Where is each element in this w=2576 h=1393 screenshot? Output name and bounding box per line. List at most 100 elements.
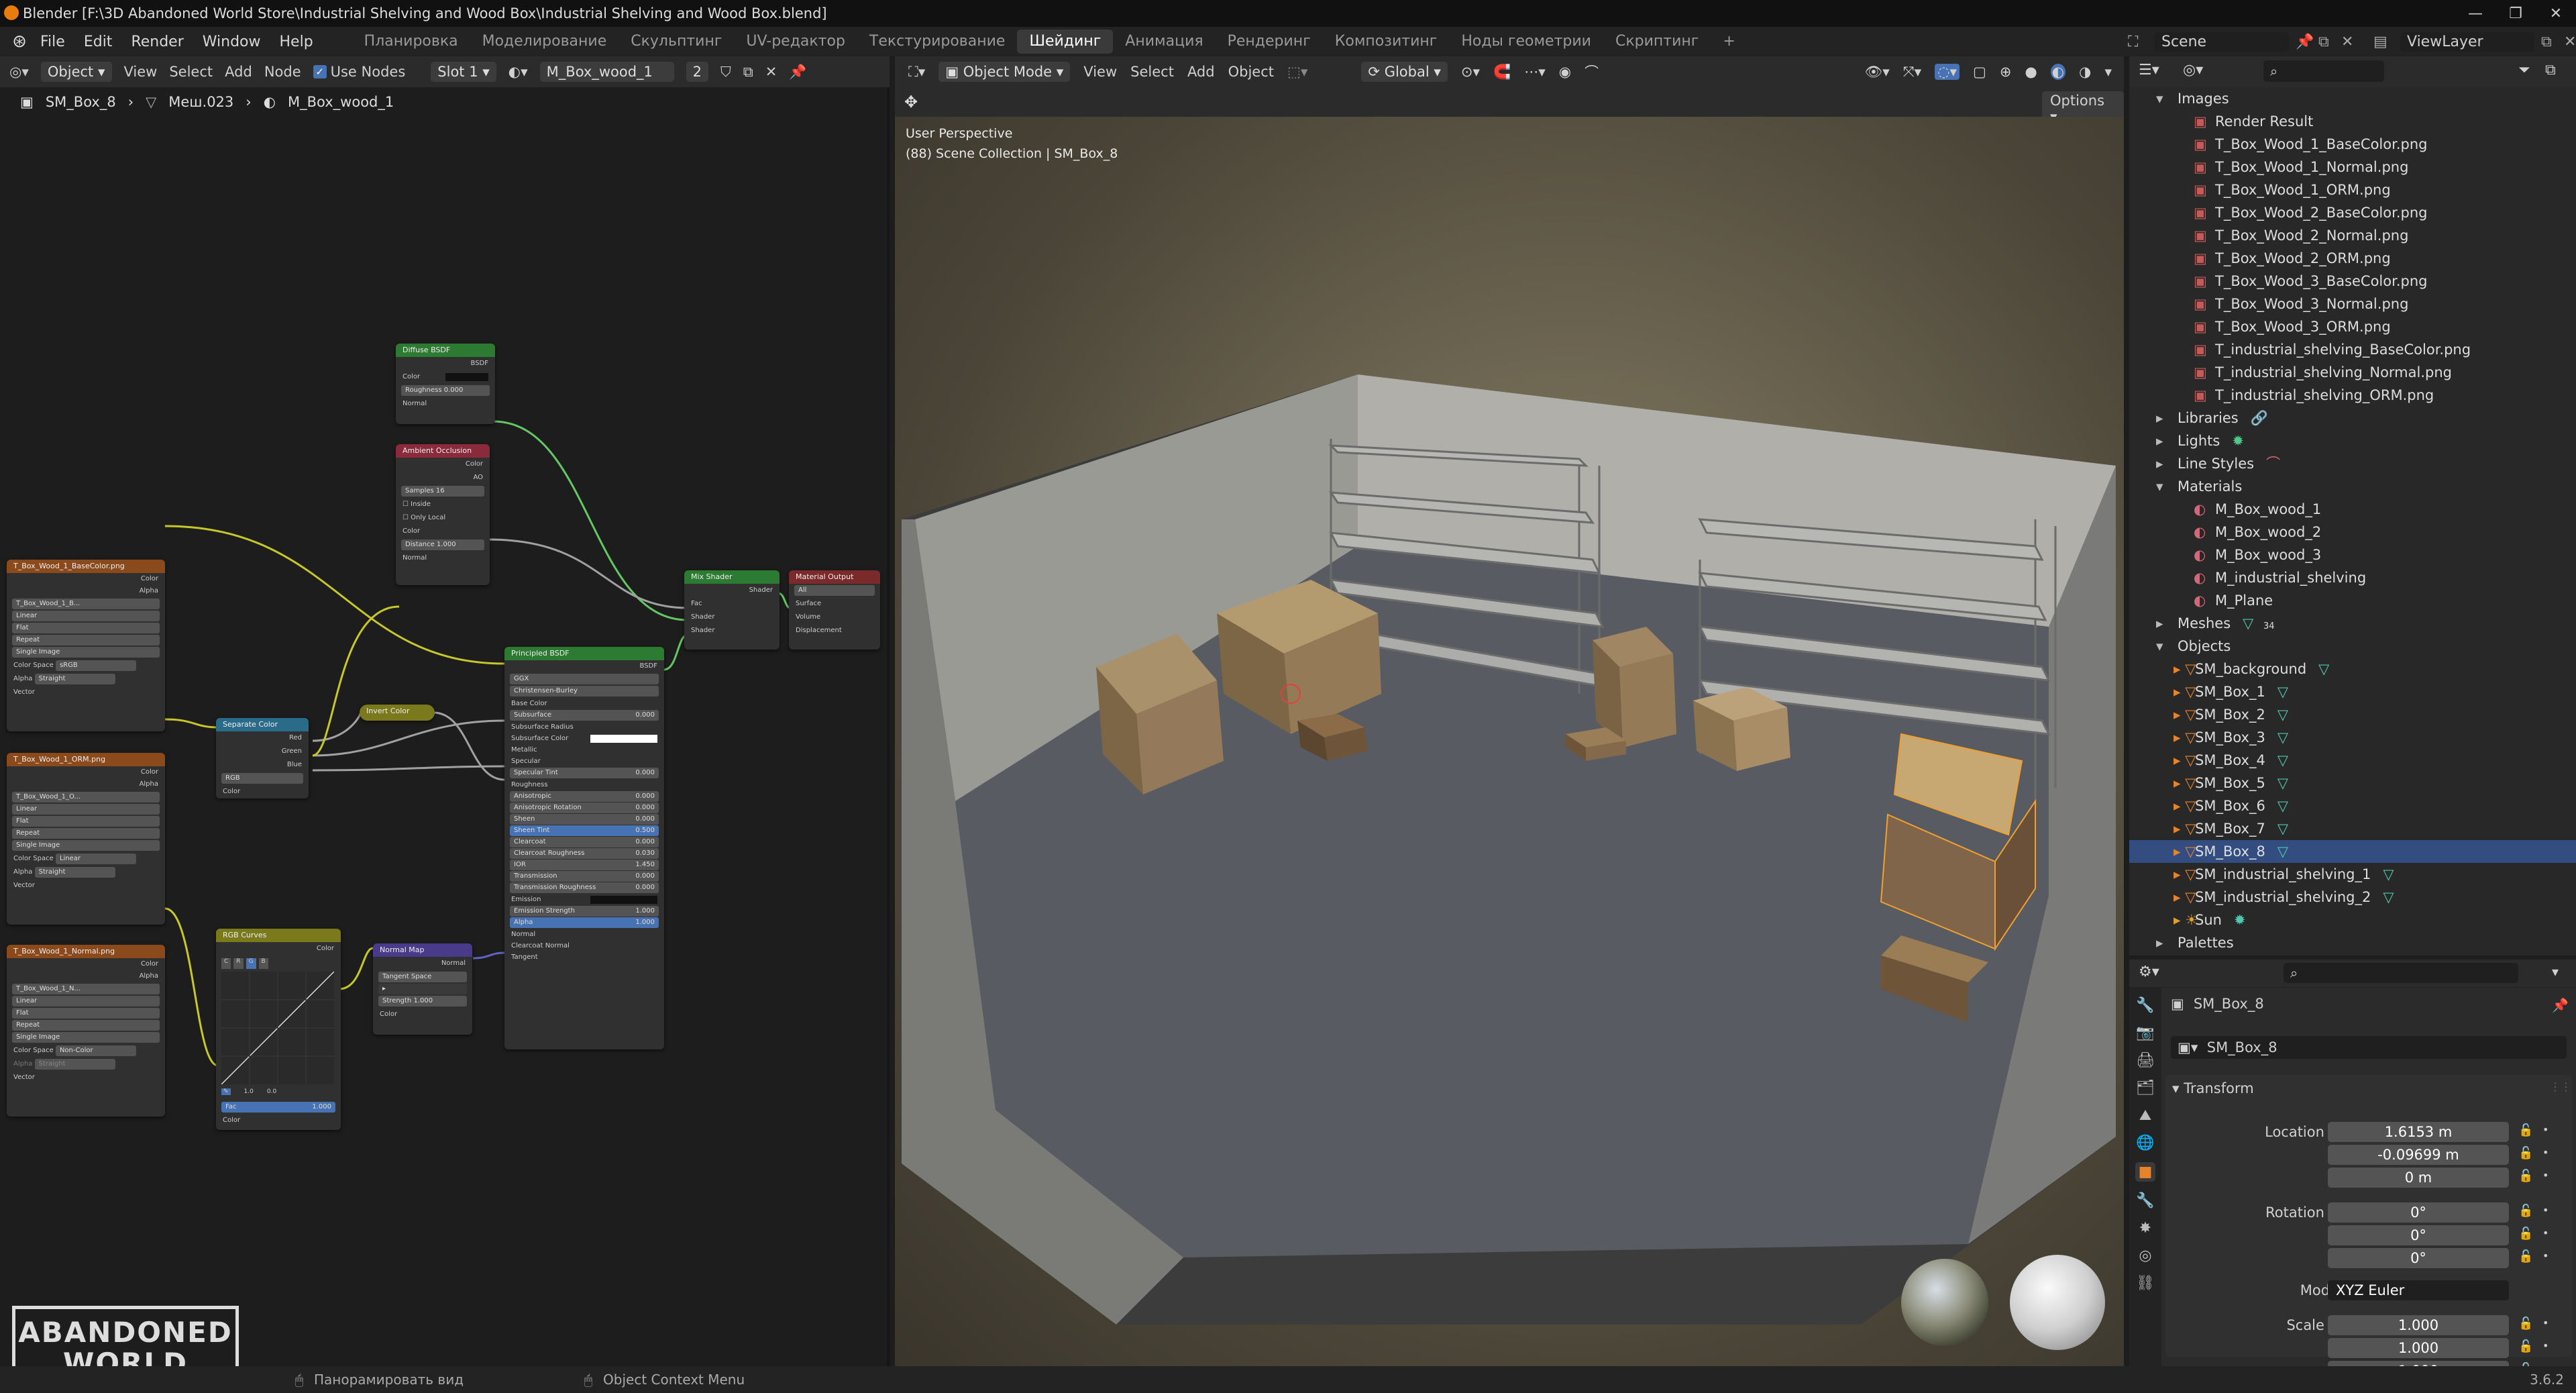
outliner-object-item[interactable]: ▸ ▽SM_Box_2 ▽ [2129,703,2576,726]
view-layer-tab-icon[interactable]: 🗂 [2136,1080,2155,1096]
object-tab-icon[interactable]: ■ [2135,1162,2156,1182]
slot-dropdown[interactable]: Slot 1 ▾ [431,62,496,82]
ao-samples-field[interactable]: Samples 16 [401,486,484,497]
alpha-mode-row[interactable]: Alpha Straight [7,866,165,879]
material-name-field[interactable]: M_Box_wood_1 [539,62,674,82]
shader-node-editor[interactable]: ◎▾ Object ▾ View Select Add Node ✓ Use No… [0,56,890,1390]
diffuse-color-row[interactable]: Color [396,370,495,384]
outliner-image-item[interactable]: ▣ T_industrial_shelving_Normal.png [2129,361,2576,384]
menu-window[interactable]: Window [193,34,270,50]
delete-viewlayer-icon[interactable]: ✕ [2564,34,2576,50]
add-menu[interactable]: Add [1187,64,1215,80]
world-tab-icon[interactable]: 🌐 [2136,1135,2154,1151]
xray-icon[interactable]: ▢ [1973,64,1986,80]
source-dropdown[interactable]: Single Image [12,840,160,851]
select-menu[interactable]: Select [1130,64,1174,80]
lock-icon[interactable]: 🔓 [2518,1249,2533,1263]
material-preview-shading-icon[interactable]: ◐ [2050,64,2066,80]
outliner-category-palettes[interactable]: ▸ Palettes [2129,931,2576,954]
node-ambient-occlusion[interactable]: Ambient Occlusion Color AO Samples 16 ☐ … [396,444,490,585]
scene-icon[interactable]: ⛶ [2128,34,2148,50]
solid-shading-icon[interactable]: ● [2025,64,2037,80]
keyframe-icon[interactable]: • [2542,1339,2548,1352]
drag-handle-icon[interactable]: ⋮⋮ [2550,1080,2571,1093]
projection-dropdown[interactable]: Flat [12,816,160,827]
outliner-image-item[interactable]: ▣ T_Box_Wood_3_ORM.png [2129,315,2576,338]
outliner-object-item[interactable]: ▸ ▽SM_Box_7 ▽ [2129,817,2576,840]
filter-icon[interactable]: ⏷ [2518,62,2530,79]
snap-target-icon[interactable]: ⋯▾ [1524,64,1546,80]
outliner-object-item[interactable]: ▸ ▽SM_background ▽ [2129,658,2576,680]
workspace-tab-modeling[interactable]: Моделирование [470,30,619,54]
outliner-material-item[interactable]: ◐ M_industrial_shelving [2129,566,2576,589]
keyframe-icon[interactable]: • [2542,1123,2548,1136]
modifier-tab-icon[interactable]: 🔧 [2136,1192,2154,1209]
falloff-icon[interactable]: ⌒ [1585,62,1599,82]
lock-icon[interactable]: 🔓 [2518,1146,2533,1160]
keyframe-icon[interactable]: • [2542,1146,2548,1159]
principled-row-specular-tint[interactable]: Specular Tint 0.000 [510,768,659,778]
outliner-category-scenes[interactable]: ▸ Scenes [2129,954,2576,956]
distribution-dropdown[interactable]: GGX [510,674,659,684]
principled-row-clearcoat-roughness[interactable]: Clearcoat Roughness 0.030 [510,848,659,859]
outliner-image-item[interactable]: ▣ T_Box_Wood_1_BaseColor.png [2129,133,2576,156]
use-nodes-checkbox[interactable]: ✓ Use Nodes [313,64,405,80]
node-invert-color[interactable]: Invert Color [360,705,435,721]
render-tab-icon[interactable]: 📷 [2136,1025,2154,1041]
principled-row-transmission-roughness[interactable]: Transmission Roughness 0.000 [510,882,659,893]
principled-row-clearcoat[interactable]: Clearcoat 0.000 [510,837,659,847]
interpolation-dropdown[interactable]: Linear [12,611,160,621]
menu-help[interactable]: Help [270,34,323,50]
rotation-x-field[interactable]: 0° [2328,1202,2509,1223]
rotation-z-field[interactable]: 0° [2328,1248,2509,1268]
outliner-material-item[interactable]: ◐ M_Box_wood_3 [2129,544,2576,566]
outliner-category-meshes[interactable]: ▸ Meshes ▽ [2129,612,2576,635]
scene-tab-icon[interactable]: ⛰ [2139,1107,2151,1124]
fake-user-icon[interactable]: ⛉ [720,64,731,81]
node-separate-color[interactable]: Separate Color Red Green Blue RGB Color [216,718,309,798]
node-rgb-curves[interactable]: RGB Curves Color C R G B ✎ 1.0 0.0 Fac 1.00… [216,929,341,1130]
keyframe-icon[interactable]: • [2542,1249,2548,1262]
uv-map-field[interactable]: ▸ [378,984,467,994]
shader-type-dropdown[interactable]: Object ▾ [40,62,112,82]
lock-icon[interactable]: 🔓 [2518,1204,2533,1218]
outliner-image-item[interactable]: ▣ T_Box_Wood_3_Normal.png [2129,293,2576,315]
outliner-material-item[interactable]: ◐ M_Plane [2129,589,2576,612]
mesh-select-mode-icon[interactable]: ⬚▾ [1287,64,1307,80]
principled-row-emission-strength[interactable]: Emission Strength 1.000 [510,906,659,917]
ao-distance-field[interactable]: Distance 1.000 [401,539,484,550]
view-menu[interactable]: View [1083,64,1117,80]
snap-icon[interactable]: 🧲 [1493,64,1511,81]
alpha-mode-row[interactable]: Alpha Straight [7,672,165,686]
principled-row-alpha[interactable]: Alpha 1.000 [510,917,659,928]
extension-dropdown[interactable]: Repeat [12,635,160,646]
outliner-object-item[interactable]: ▸ ▽SM_Box_5 ▽ [2129,772,2576,794]
image-selector[interactable]: T_Box_Wood_1_N... [12,984,160,994]
color-space-row[interactable]: Color Space Linear [7,852,165,866]
lock-icon[interactable]: 🔓 [2518,1339,2533,1353]
rendered-shading-icon[interactable]: ◑ [2079,64,2091,80]
keyframe-icon[interactable]: • [2542,1204,2548,1217]
pin-icon[interactable]: 📌 [789,64,806,81]
outliner-object-item[interactable]: ▸ ▽SM_Box_1 ▽ [2129,680,2576,703]
physics-tab-icon[interactable]: ◎ [2139,1247,2151,1264]
shading-options-icon[interactable]: ▾ [2104,64,2112,80]
object-menu[interactable]: Object [1228,64,1274,80]
workspace-tab-animation[interactable]: Анимация [1113,30,1215,54]
add-workspace-button[interactable]: + [1711,30,1747,54]
3d-viewport[interactable]: ⛶▾ ▣ Object Mode ▾ View Select Add Objec… [895,56,2124,1369]
move-tool-icon[interactable]: ✥ [904,93,918,111]
projection-dropdown[interactable]: Flat [12,623,160,633]
menu-edit[interactable]: Edit [74,34,122,50]
curves-fac-field[interactable]: Fac 1.000 [221,1102,335,1113]
principled-row-subsurface[interactable]: Subsurface 0.000 [510,710,659,721]
alpha-mode-row[interactable]: Alpha Straight [7,1057,165,1071]
separate-mode-dropdown[interactable]: RGB [221,773,303,784]
outliner-tree[interactable]: ▾ Images ▣ Render Result ▣ T_Box_Wood_1_Base… [2129,87,2576,956]
source-dropdown[interactable]: Single Image [12,1032,160,1043]
mode-dropdown[interactable]: ▣ Object Mode ▾ [938,62,1071,82]
node-image-texture-normal[interactable]: T_Box_Wood_1_Normal.png Color Alpha T_Bo… [7,945,165,1117]
normal-space-dropdown[interactable]: Tangent Space [378,972,467,982]
outliner-object-item[interactable]: ▸ ▽SM_industrial_shelving_2 ▽ [2129,886,2576,909]
node-image-texture-orm[interactable]: T_Box_Wood_1_ORM.png Color Alpha T_Box_W… [7,753,165,925]
